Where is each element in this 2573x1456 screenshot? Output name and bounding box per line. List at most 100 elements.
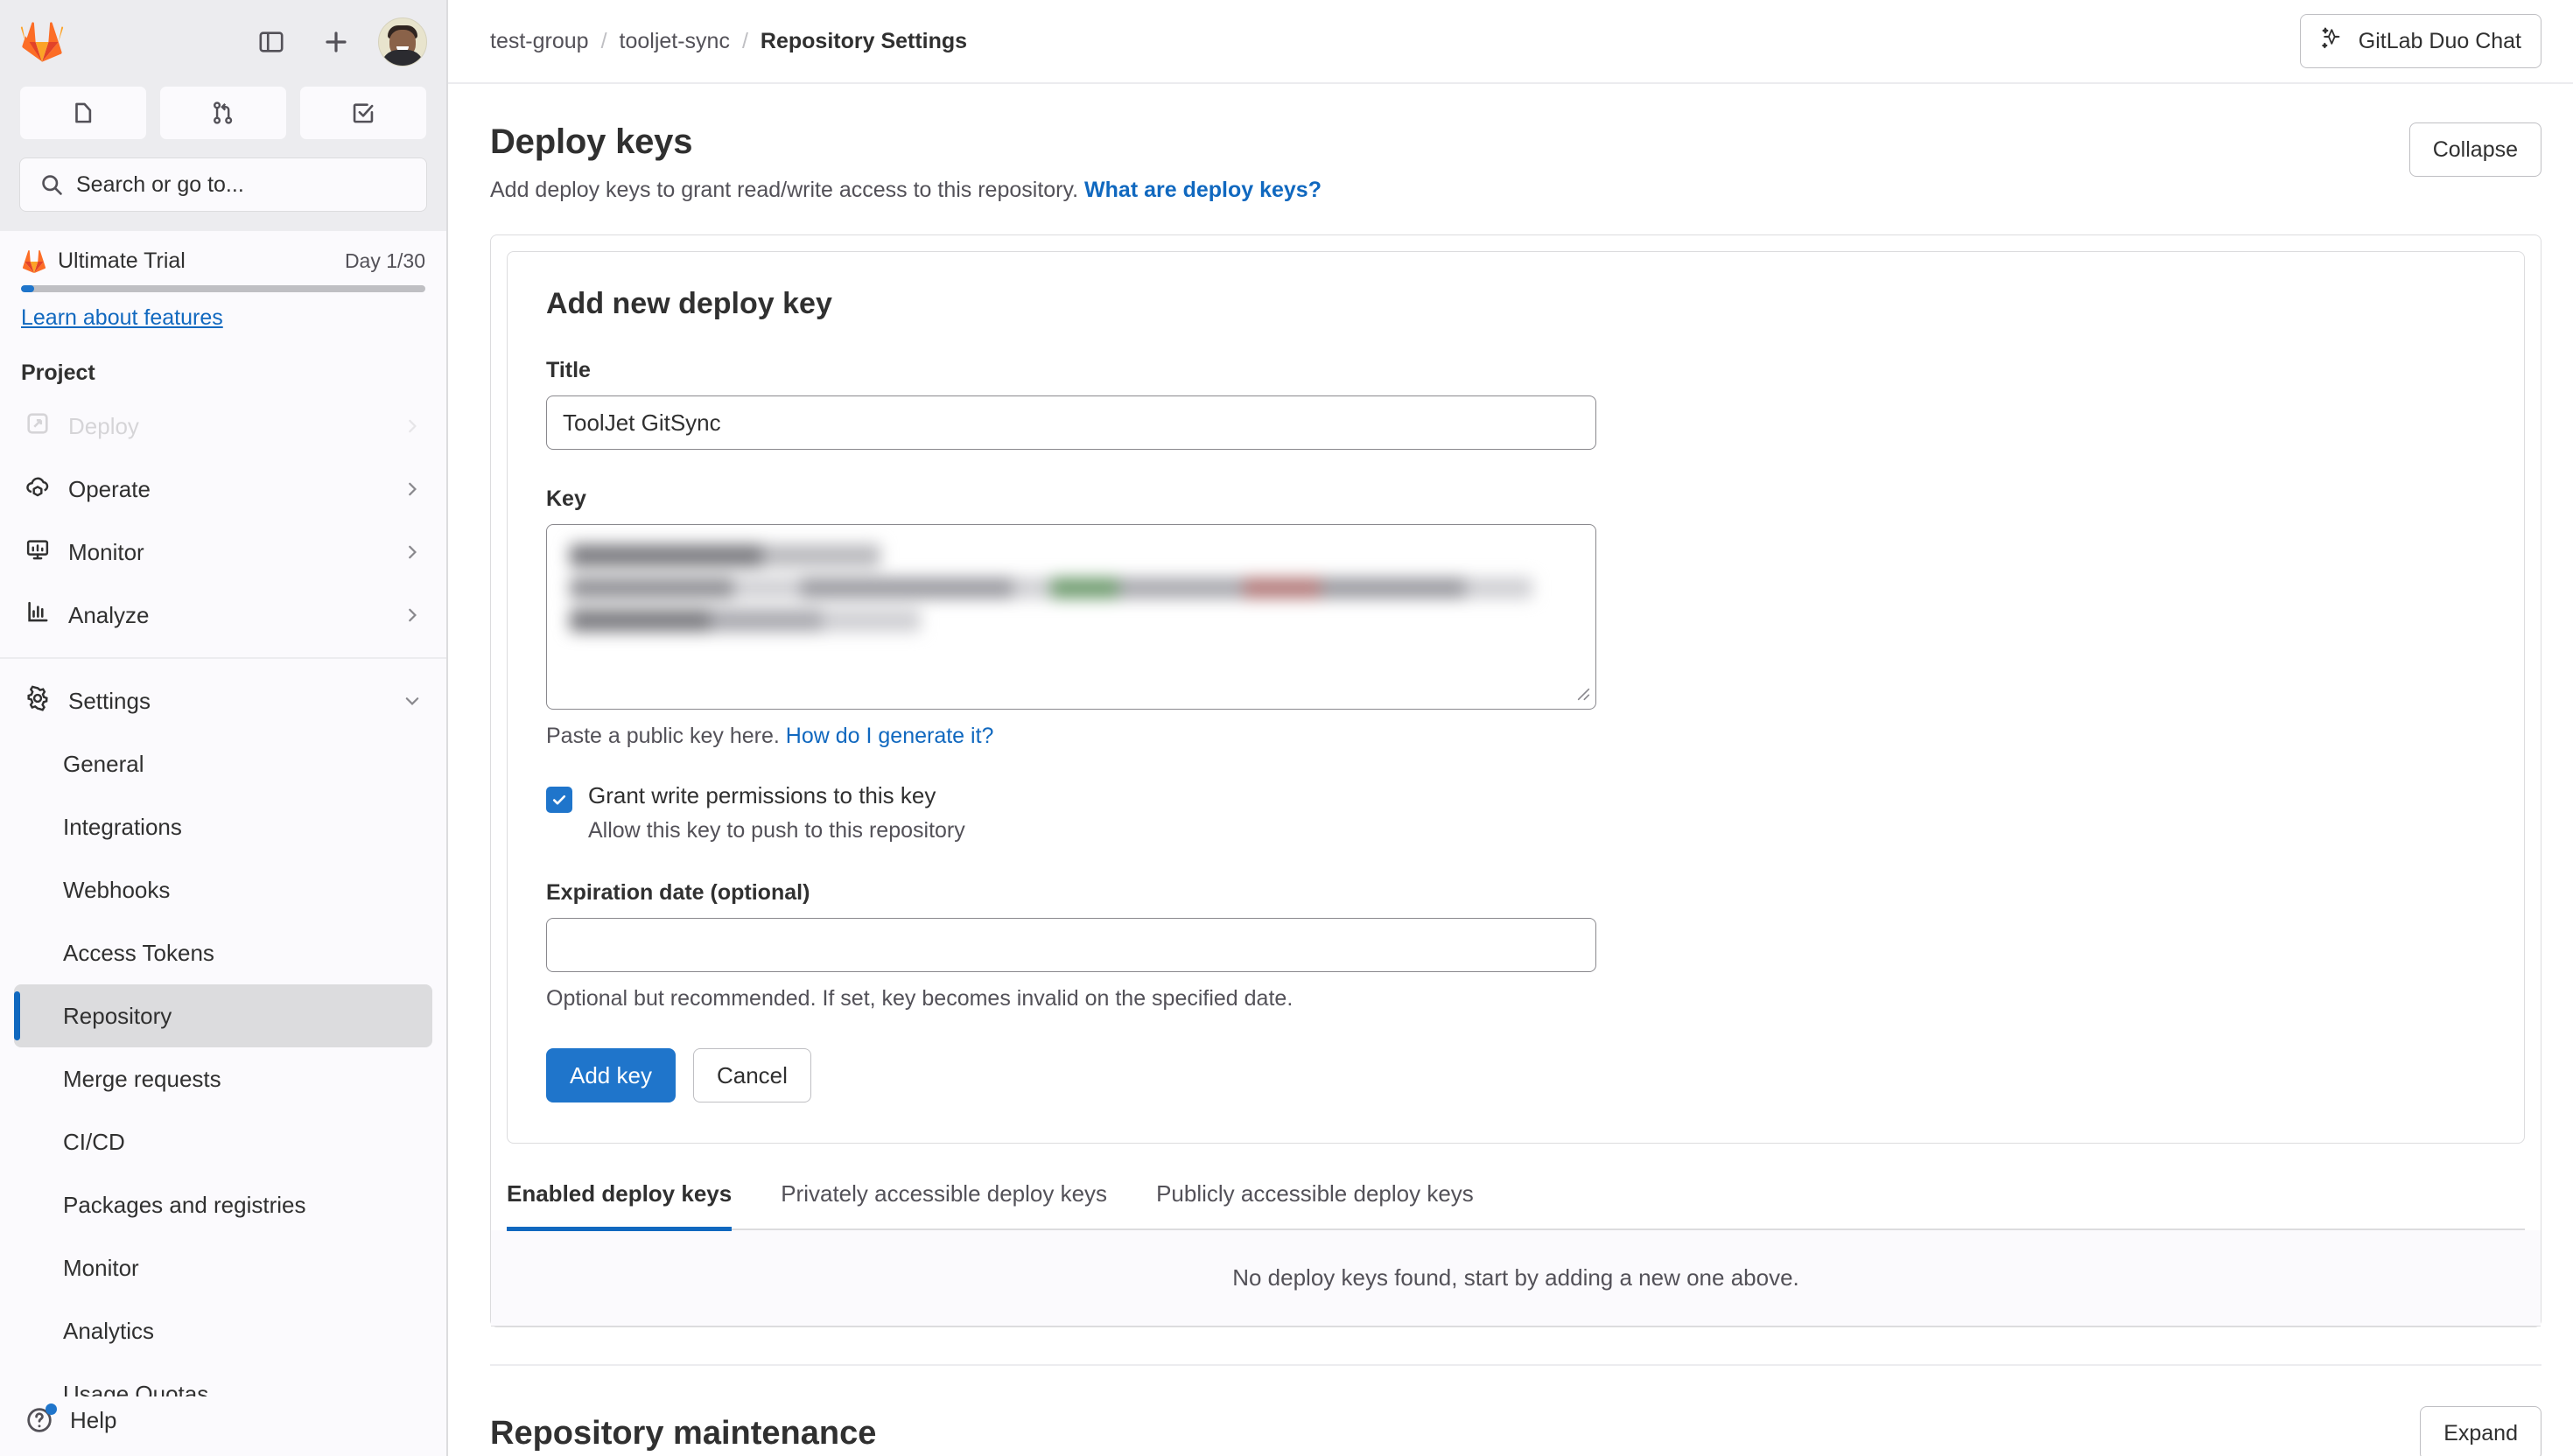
sidebar-item-packages-registries[interactable]: Packages and registries (14, 1173, 432, 1236)
sidebar-quick-actions (19, 86, 427, 140)
sidebar-sub-label: Packages and registries (63, 1192, 305, 1219)
sidebar-item-merge-requests[interactable]: Merge requests (14, 1047, 432, 1110)
expiration-date-input[interactable] (546, 918, 1596, 972)
sidebar-item-label: Monitor (68, 539, 385, 566)
tab-privately-accessible-deploy-keys[interactable]: Privately accessible deploy keys (781, 1159, 1107, 1231)
textarea-resize-handle[interactable] (1573, 683, 1590, 705)
sidebar-item-usage-quotas[interactable]: Usage Quotas (14, 1362, 432, 1396)
sidebar-item-label: Analyze (68, 602, 385, 629)
expiration-field-label: Expiration date (optional) (546, 880, 2485, 906)
deploy-keys-card: Add new deploy key Title Key (490, 234, 2541, 1327)
main-content: test-group / tooljet-sync / Repository S… (448, 0, 2573, 1456)
plus-icon[interactable] (313, 19, 359, 65)
sidebar-item-analytics[interactable]: Analytics (14, 1299, 432, 1362)
deploy-keys-tabs: Enabled deploy keys Privately accessible… (507, 1159, 2525, 1230)
chevron-right-icon (403, 480, 422, 499)
sidebar-item-access-tokens[interactable]: Access Tokens (14, 921, 432, 984)
operate-cloud-icon (25, 473, 51, 506)
key-hint: Paste a public key here. How do I genera… (546, 724, 2485, 749)
breadcrumb-item-project[interactable]: tooljet-sync (620, 29, 730, 54)
sidebar-item-label: Settings (68, 688, 385, 715)
breadcrumb-item-group[interactable]: test-group (490, 29, 589, 54)
learn-about-features-link[interactable]: Learn about features (21, 305, 223, 331)
grant-write-permissions-checkbox[interactable] (546, 787, 572, 813)
sidebar-item-integrations[interactable]: Integrations (14, 795, 432, 858)
what-are-deploy-keys-link[interactable]: What are deploy keys? (1084, 178, 1322, 202)
sidebar-item-label: Deploy (68, 413, 385, 440)
sidebar-item-webhooks[interactable]: Webhooks (14, 858, 432, 921)
sidebar-item-repository[interactable]: Repository (14, 984, 432, 1047)
gitlab-duo-sparkle-icon (2320, 25, 2346, 58)
sidebar-sub-label: Analytics (63, 1318, 154, 1345)
add-deploy-key-form: Add new deploy key Title Key (507, 251, 2525, 1144)
trial-day-counter: Day 1/30 (345, 249, 425, 273)
how-do-i-generate-it-link[interactable]: How do I generate it? (786, 724, 994, 748)
tab-publicly-accessible-deploy-keys[interactable]: Publicly accessible deploy keys (1156, 1159, 1474, 1231)
sidebar-item-general[interactable]: General (14, 732, 432, 795)
key-hint-text: Paste a public key here. (546, 724, 780, 748)
avatar[interactable] (378, 18, 427, 66)
write-permission-row: Grant write permissions to this key Allo… (546, 782, 2485, 844)
chevron-right-icon (403, 416, 422, 436)
cancel-button[interactable]: Cancel (693, 1048, 811, 1102)
help-notification-dot (46, 1404, 57, 1415)
sidebar-brand-row (19, 0, 427, 84)
key-textarea[interactable] (546, 524, 1596, 710)
settings-gear-icon (25, 685, 51, 718)
form-actions: Add key Cancel (546, 1048, 2485, 1102)
settings-content: Deploy keys Add deploy keys to grant rea… (448, 84, 2573, 1456)
key-field-label: Key (546, 486, 2485, 512)
help-question-icon (25, 1405, 54, 1435)
sidebar-sub-label: Monitor (63, 1255, 139, 1282)
tab-enabled-deploy-keys[interactable]: Enabled deploy keys (507, 1159, 732, 1231)
page-title: Deploy keys (490, 122, 1322, 162)
sidebar-toggle-icon[interactable] (249, 19, 294, 65)
sidebar-footer: Help (0, 1396, 446, 1456)
deploy-rocket-icon (25, 410, 51, 443)
todo-checkbox-icon[interactable] (299, 86, 427, 140)
write-permission-sublabel: Allow this key to push to this repositor… (588, 818, 965, 844)
checkmark-icon (550, 791, 568, 808)
sidebar-sub-label: Integrations (63, 814, 182, 841)
trial-name: Ultimate Trial (58, 248, 334, 274)
sidebar-item-deploy[interactable]: Deploy (14, 395, 432, 458)
add-deploy-key-heading: Add new deploy key (546, 287, 2485, 321)
chevron-right-icon (403, 542, 422, 562)
title-input[interactable] (546, 396, 1596, 450)
gitlab-tanuki-logo-small (21, 249, 47, 274)
sidebar-sub-label: General (63, 751, 144, 778)
sidebar-item-monitor-settings[interactable]: Monitor (14, 1236, 432, 1299)
trial-banner: Ultimate Trial Day 1/30 Learn about feat… (0, 231, 446, 338)
sidebar-item-monitor[interactable]: Monitor (14, 521, 432, 584)
merge-request-icon[interactable] (159, 86, 287, 140)
issues-icon[interactable] (19, 86, 147, 140)
sidebar-sub-label: Repository (63, 1003, 172, 1030)
sidebar-divider (0, 657, 446, 659)
sidebar-sub-label: CI/CD (63, 1129, 125, 1156)
search-input[interactable]: Search or go to... (19, 158, 427, 212)
expand-button[interactable]: Expand (2420, 1406, 2541, 1456)
collapse-button[interactable]: Collapse (2409, 122, 2541, 177)
sidebar-sub-label: Webhooks (63, 877, 170, 904)
gitlab-duo-chat-label: GitLab Duo Chat (2359, 29, 2521, 54)
chevron-right-icon (403, 606, 422, 625)
gitlab-tanuki-logo[interactable] (19, 21, 65, 63)
sidebar-nav: Deploy Operate (0, 395, 446, 1396)
gitlab-duo-chat-button[interactable]: GitLab Duo Chat (2300, 14, 2541, 68)
repository-maintenance-section: Repository maintenance Expand (490, 1364, 2541, 1456)
sidebar-item-settings[interactable]: Settings (14, 669, 432, 732)
deploy-keys-empty-state: No deploy keys found, start by adding a … (491, 1230, 2541, 1326)
help-button[interactable]: Help (25, 1405, 422, 1435)
chevron-down-icon (403, 691, 422, 710)
sidebar-item-operate[interactable]: Operate (14, 458, 432, 521)
deploy-keys-description-text: Add deploy keys to grant read/write acce… (490, 178, 1078, 202)
breadcrumb-separator: / (742, 29, 748, 54)
sidebar-item-cicd[interactable]: CI/CD (14, 1110, 432, 1173)
deploy-keys-section-header: Deploy keys Add deploy keys to grant rea… (490, 84, 2541, 203)
breadcrumb: test-group / tooljet-sync / Repository S… (490, 29, 967, 54)
sidebar-item-analyze[interactable]: Analyze (14, 584, 432, 647)
add-key-button[interactable]: Add key (546, 1048, 676, 1102)
sidebar-sub-label: Access Tokens (63, 940, 214, 967)
sidebar-header-actions (249, 18, 427, 66)
breadcrumb-item-current: Repository Settings (761, 29, 967, 54)
